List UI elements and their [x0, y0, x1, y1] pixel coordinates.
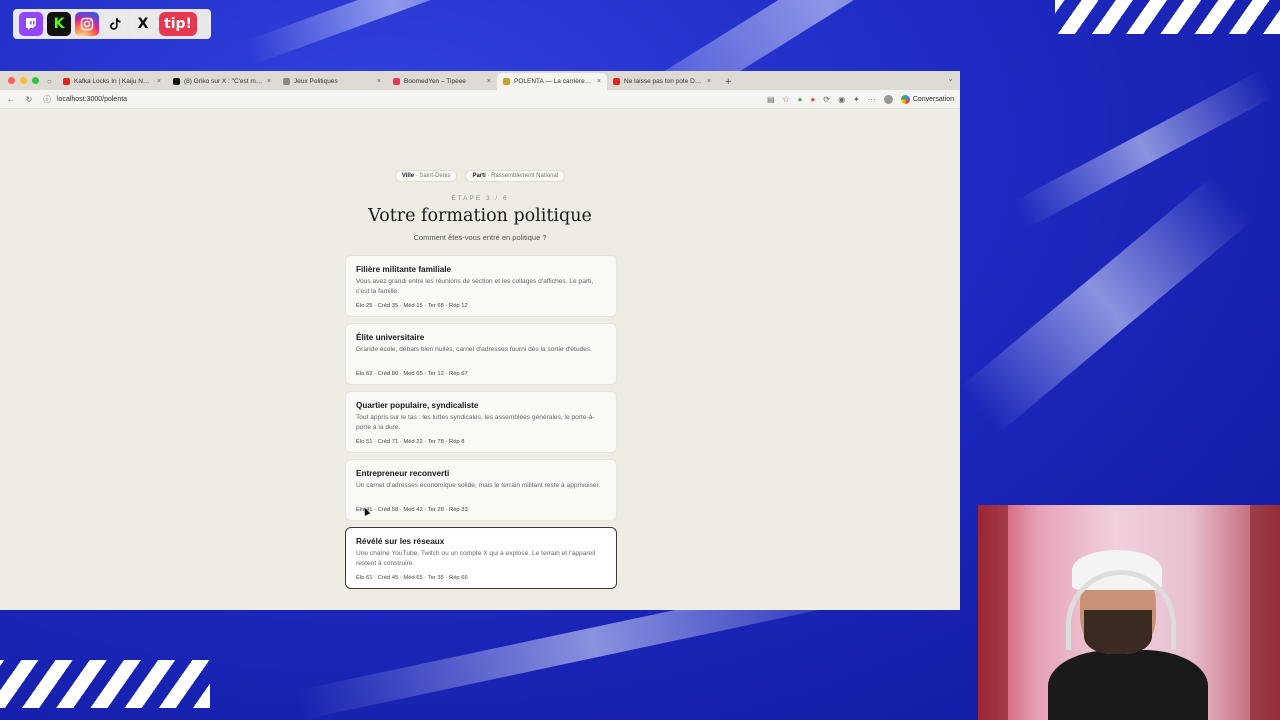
- browser-tab[interactable]: POLENTA — La carrière politiqu ×: [497, 73, 607, 90]
- chip-ville: Ville · Saint-Denis: [394, 170, 458, 182]
- conversation-label: Conversation: [912, 95, 954, 103]
- tip-badge: tip!: [159, 12, 197, 36]
- twitch-icon: [19, 12, 43, 36]
- tab-close-icon[interactable]: ×: [597, 78, 601, 85]
- browser-toolbar: ← ↻ ⓘ localhost:3000/polenta ▤ ☆ ● ● ⟳ ◉…: [0, 90, 960, 109]
- chip-key: Ville: [401, 173, 415, 179]
- option-description: Vous avez grandi entre les réunions de s…: [356, 278, 594, 295]
- maximize-window-button[interactable]: [32, 77, 39, 84]
- option-stats: Élo 25 · Créd 35 · Méd 15 · Ter 68 · Rép…: [356, 303, 468, 309]
- browser-tab[interactable]: Ne laisse pas ton pote DEVENIR ×: [607, 73, 717, 90]
- browser-tab[interactable]: Kafka Locks In | Kaiju No. 8 - Yo ×: [57, 73, 167, 90]
- tab-list: Kafka Locks In | Kaiju No. 8 - Yo×(8) Gr…: [57, 73, 717, 90]
- option-title: Quartier populaire, syndicaliste: [356, 401, 479, 410]
- extension-icon[interactable]: ⟳: [823, 95, 830, 104]
- page-title: Votre formation politique: [368, 206, 592, 226]
- chip-key: Parti: [472, 173, 486, 179]
- tab-bar: ○ Kafka Locks In | Kaiju No. 8 - Yo×(8) …: [0, 71, 960, 90]
- reload-icon[interactable]: ↻: [24, 95, 34, 104]
- tab-close-icon[interactable]: ×: [267, 78, 271, 85]
- options-list: Filière militante familiale Vous avez gr…: [345, 255, 617, 595]
- tab-label: BoomedYen – Tipeee: [404, 78, 466, 85]
- minimize-window-button[interactable]: [20, 77, 27, 84]
- tiktok-icon: [103, 12, 127, 36]
- streamer-body: [1048, 650, 1208, 720]
- tab-overflow-icon[interactable]: ⌄: [947, 74, 954, 83]
- stripes-decoration: [0, 660, 210, 708]
- option-description: Un carnet d'adresses économique solide, …: [356, 482, 601, 489]
- option-card-reseaux[interactable]: Révélé sur les réseaux Une chaîne YouTub…: [345, 527, 617, 589]
- new-tab-button[interactable]: +: [717, 73, 739, 90]
- option-stats: Élo 51 · Créd 71 · Méd 22 · Ter 78 · Rép…: [356, 439, 465, 445]
- window-controls: [0, 71, 47, 90]
- gemini-icon: [900, 94, 910, 104]
- tab-close-icon[interactable]: ×: [377, 78, 381, 85]
- page-subtitle: Comment êtes-vous entré en politique ?: [413, 233, 547, 242]
- extension-icon[interactable]: ●: [811, 95, 816, 104]
- tab-close-icon[interactable]: ×: [487, 78, 491, 85]
- browser-window: ○ Kafka Locks In | Kaiju No. 8 - Yo×(8) …: [0, 71, 960, 610]
- tab-label: Jeux Politiques: [294, 78, 338, 85]
- extension-icon[interactable]: ◉: [838, 95, 845, 104]
- site-info-icon[interactable]: ⓘ: [42, 94, 52, 105]
- instagram-icon: [75, 12, 99, 36]
- curtain-shape: [1250, 505, 1280, 720]
- option-description: Tout appris sur le tas : les luttes synd…: [356, 414, 595, 431]
- refresh-tab-icon[interactable]: ○: [47, 73, 57, 90]
- option-card-quartier[interactable]: Quartier populaire, syndicaliste Tout ap…: [345, 391, 617, 453]
- back-arrow-icon[interactable]: ←: [6, 95, 16, 104]
- tab-label: POLENTA — La carrière politiqu: [514, 78, 593, 85]
- chip-parti: Parti · Rassemblement National: [465, 170, 566, 182]
- tab-favicon-icon: [173, 78, 180, 85]
- stripes-decoration: [1055, 0, 1280, 34]
- browser-tab[interactable]: (8) Griko sur X : "C'est moi où b ×: [167, 73, 277, 90]
- tab-favicon-icon: [283, 78, 290, 85]
- option-title: Filière militante familiale: [356, 265, 452, 274]
- x-icon: X: [131, 12, 155, 36]
- streamer-silhouette: [1048, 550, 1208, 720]
- option-title: Révélé sur les réseaux: [356, 537, 445, 546]
- kick-icon: K: [47, 12, 71, 36]
- extensions-puzzle-icon[interactable]: ✦: [853, 95, 860, 104]
- option-stats: Élo 61 · Créd 45 · Méd 65 · Ter 35 · Rép…: [356, 575, 468, 581]
- curtain-shape: [978, 505, 1008, 720]
- tab-close-icon[interactable]: ×: [157, 78, 161, 85]
- tab-label: Ne laisse pas ton pote DEVENIR: [624, 78, 703, 85]
- option-stats: Élo 41 · Créd 58 · Méd 42 · Ter 28 · Rép…: [356, 507, 468, 513]
- menu-dots-icon[interactable]: ⋯: [868, 95, 876, 104]
- option-card-elite[interactable]: Élite universitaire Grande école, débats…: [345, 323, 617, 385]
- option-card-entrepreneur[interactable]: Entrepreneur reconverti Un carnet d'adre…: [345, 459, 617, 521]
- tab-favicon-icon: [613, 78, 620, 85]
- reader-icon[interactable]: ▤: [767, 95, 775, 104]
- tab-favicon-icon: [503, 78, 510, 85]
- step-indicator: ÉTAPE 3 / 6: [451, 195, 509, 202]
- conversation-button[interactable]: Conversation: [900, 94, 954, 104]
- toolbar-actions: ▤ ☆ ● ● ⟳ ◉ ✦ ⋯ Conversation: [767, 94, 954, 104]
- close-window-button[interactable]: [8, 77, 15, 84]
- tab-label: Kafka Locks In | Kaiju No. 8 - Yo: [74, 78, 153, 85]
- option-description: Une chaîne YouTube, Twitch ou un compte …: [356, 550, 596, 567]
- browser-tab[interactable]: BoomedYen – Tipeee ×: [387, 73, 497, 90]
- chip-value: Saint-Denis: [419, 173, 451, 179]
- option-title: Entrepreneur reconverti: [356, 469, 450, 478]
- polenta-page: Ville · Saint-Denis Parti · Rassemblemen…: [0, 109, 960, 609]
- option-title: Élite universitaire: [356, 333, 425, 342]
- tab-close-icon[interactable]: ×: [707, 78, 711, 85]
- browser-tab[interactable]: Jeux Politiques ×: [277, 73, 387, 90]
- bookmark-star-icon[interactable]: ☆: [783, 95, 790, 104]
- tab-favicon-icon: [63, 78, 70, 85]
- chip-value: Rassemblement National: [491, 173, 559, 179]
- webcam-overlay: [978, 505, 1280, 720]
- option-card-filiere[interactable]: Filière militante familiale Vous avez gr…: [345, 255, 617, 317]
- tab-label: (8) Griko sur X : "C'est moi où b: [184, 78, 263, 85]
- social-bar: K X tip!: [13, 9, 211, 39]
- option-stats: Élo 62 · Créd 80 · Méd 65 · Ter 12 · Rép…: [356, 371, 468, 377]
- option-description: Grande école, débats bien huilés, carnet…: [356, 346, 593, 353]
- context-chips: Ville · Saint-Denis Parti · Rassemblemen…: [0, 170, 960, 182]
- profile-avatar[interactable]: [883, 94, 893, 104]
- url-text: localhost:3000/polenta: [57, 95, 128, 103]
- address-bar[interactable]: ⓘ localhost:3000/polenta: [42, 92, 759, 106]
- extension-icon[interactable]: ●: [798, 95, 803, 104]
- tab-favicon-icon: [393, 78, 400, 85]
